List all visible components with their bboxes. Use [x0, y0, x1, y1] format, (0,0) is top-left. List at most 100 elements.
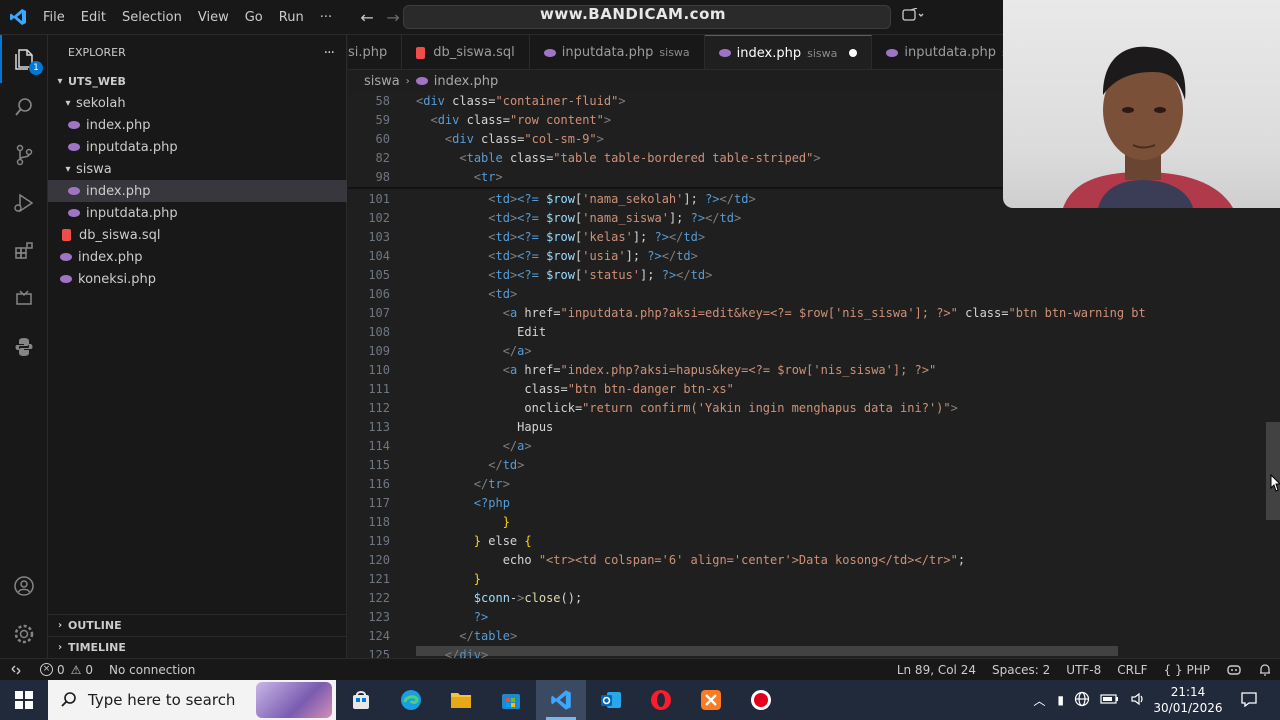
- code-line[interactable]: 113 Hapus: [348, 418, 1190, 437]
- tab-description: siswa: [659, 46, 690, 59]
- usb-icon[interactable]: ▮: [1057, 693, 1064, 707]
- menu-selection[interactable]: Selection: [114, 0, 190, 35]
- source-control-icon[interactable]: [0, 131, 48, 179]
- account-icon[interactable]: [0, 562, 48, 610]
- vertical-scrollbar-thumb[interactable]: [1266, 422, 1280, 520]
- tab-label: index.php: [736, 45, 802, 61]
- code-line[interactable]: 114 </a>: [348, 437, 1190, 456]
- file-explorer-icon[interactable]: [436, 680, 486, 720]
- files-icon[interactable]: 1: [0, 35, 48, 83]
- horizontal-scrollbar[interactable]: [416, 646, 1118, 656]
- python-icon[interactable]: [0, 323, 48, 371]
- remote-explorer-icon[interactable]: [0, 275, 48, 323]
- settings-gear-icon[interactable]: [0, 610, 48, 658]
- problems-indicator[interactable]: × 0 ⚠ 0: [32, 663, 101, 677]
- code-line[interactable]: 110 <a href="index.php?aksi=hapus&key=<?…: [348, 361, 1190, 380]
- code-line[interactable]: 112 onclick="return confirm('Yakin ingin…: [348, 399, 1190, 418]
- menu-run[interactable]: Run: [271, 0, 312, 35]
- taskbar-search-box[interactable]: Type here to search: [48, 680, 336, 720]
- code-line[interactable]: 122 $conn->close();: [348, 589, 1190, 608]
- copilot-icon[interactable]: [1218, 663, 1250, 677]
- code-text: </tr>: [473, 477, 510, 491]
- code-line[interactable]: 124 </table>: [348, 627, 1190, 646]
- menu-edit[interactable]: Edit: [73, 0, 114, 35]
- menu-file[interactable]: File: [35, 0, 73, 35]
- folder-siswa[interactable]: ▾ siswa: [48, 158, 347, 180]
- code-line[interactable]: 107 <a href="inputdata.php?aksi=edit&key…: [348, 304, 1190, 323]
- code-line[interactable]: 120 echo "<tr><td colspan='6' align='cen…: [348, 551, 1190, 570]
- workspace-root[interactable]: ▾ UTS_WEB: [48, 70, 347, 92]
- breadcrumb-file[interactable]: index.php: [434, 74, 498, 89]
- menu-view[interactable]: View: [190, 0, 237, 35]
- code-line[interactable]: 108 Edit: [348, 323, 1190, 342]
- file-siswa-inputdata[interactable]: inputdata.php: [48, 202, 347, 224]
- notification-center-icon[interactable]: [1240, 691, 1258, 710]
- file-koneksi[interactable]: koneksi.php: [48, 268, 347, 290]
- line-number: 101: [368, 192, 390, 206]
- folder-sekolah[interactable]: ▾ sekolah: [48, 92, 347, 114]
- file-sekolah-inputdata[interactable]: inputdata.php: [48, 136, 347, 158]
- menu-more[interactable]: ···: [312, 0, 340, 35]
- file-db-siswa[interactable]: db_siswa.sql: [48, 224, 347, 246]
- timeline-section[interactable]: › TIMELINE: [48, 636, 347, 658]
- encoding[interactable]: UTF-8: [1058, 663, 1109, 677]
- bandicam-record-icon[interactable]: [736, 680, 786, 720]
- arrow-left-icon[interactable]: ←: [354, 8, 380, 27]
- xampp-icon[interactable]: [686, 680, 736, 720]
- code-line[interactable]: 123 ?>: [348, 608, 1190, 627]
- unsaved-dot-icon[interactable]: [849, 49, 858, 57]
- code-line[interactable]: 104 <td><?= $row['usia']; ?></td>: [348, 247, 1190, 266]
- code-line[interactable]: 116 </tr>: [348, 475, 1190, 494]
- outlook-icon[interactable]: [586, 680, 636, 720]
- file-root-index[interactable]: index.php: [48, 246, 347, 268]
- file-siswa-index[interactable]: index.php: [48, 180, 347, 202]
- battery-icon[interactable]: [1100, 693, 1120, 708]
- ms-store-icon[interactable]: [486, 680, 536, 720]
- windows-start-icon[interactable]: [0, 680, 48, 720]
- store-icon[interactable]: [336, 680, 386, 720]
- warning-count: 0: [85, 662, 94, 677]
- code-line[interactable]: 115 </td>: [348, 456, 1190, 475]
- webcam-overlay: [1003, 0, 1280, 208]
- code-line[interactable]: 109 </a>: [348, 342, 1190, 361]
- code-line[interactable]: 121 }: [348, 570, 1190, 589]
- code-line[interactable]: 118 }: [348, 513, 1190, 532]
- chevron-down-icon: ▾: [65, 163, 71, 175]
- code-line[interactable]: 111 class="btn btn-danger btn-xs": [348, 380, 1190, 399]
- connection-status[interactable]: No connection: [101, 663, 203, 677]
- outline-section[interactable]: › OUTLINE: [48, 614, 347, 636]
- run-debug-icon[interactable]: [0, 179, 48, 227]
- more-actions-icon[interactable]: ···: [324, 45, 335, 61]
- language-mode[interactable]: { } PHP: [1156, 663, 1218, 677]
- edge-icon[interactable]: [386, 680, 436, 720]
- tab-partial[interactable]: si.php: [348, 35, 403, 69]
- notifications-bell-icon[interactable]: [1250, 663, 1280, 677]
- menu-go[interactable]: Go: [237, 0, 271, 35]
- tab-inputdata-siswa[interactable]: inputdata.php siswa: [530, 35, 705, 69]
- tab-index-siswa[interactable]: index.php siswa: [704, 35, 873, 69]
- line-number: 105: [368, 268, 390, 282]
- opera-icon[interactable]: [636, 680, 686, 720]
- code-line[interactable]: 119 } else {: [348, 532, 1190, 551]
- tab-db-siswa[interactable]: db_siswa.sql: [402, 35, 530, 69]
- line-endings[interactable]: CRLF: [1109, 663, 1155, 677]
- code-line[interactable]: 102 <td><?= $row['nama_siswa']; ?></td>: [348, 209, 1190, 228]
- layout-icon[interactable]: [902, 7, 924, 26]
- code-text: <?php: [473, 496, 510, 510]
- code-line[interactable]: 106 <td>: [348, 285, 1190, 304]
- cursor-position[interactable]: Ln 89, Col 24: [889, 663, 984, 677]
- network-globe-icon[interactable]: [1074, 691, 1090, 710]
- taskbar-clock[interactable]: 21:14 30/01/2026: [1148, 680, 1228, 720]
- extensions-icon[interactable]: [0, 227, 48, 275]
- tray-chevron-up-icon[interactable]: ︿: [1033, 692, 1045, 709]
- indentation[interactable]: Spaces: 2: [984, 663, 1058, 677]
- code-line[interactable]: 103 <td><?= $row['kelas']; ?></td>: [348, 228, 1190, 247]
- remote-indicator-icon[interactable]: [0, 659, 32, 681]
- vscode-icon[interactable]: [536, 680, 586, 720]
- breadcrumb-folder[interactable]: siswa: [364, 74, 400, 89]
- code-line[interactable]: 105 <td><?= $row['status']; ?></td>: [348, 266, 1190, 285]
- search-icon[interactable]: [0, 83, 48, 131]
- file-sekolah-index[interactable]: index.php: [48, 114, 347, 136]
- volume-icon[interactable]: [1130, 692, 1146, 709]
- code-line[interactable]: 117 <?php: [348, 494, 1190, 513]
